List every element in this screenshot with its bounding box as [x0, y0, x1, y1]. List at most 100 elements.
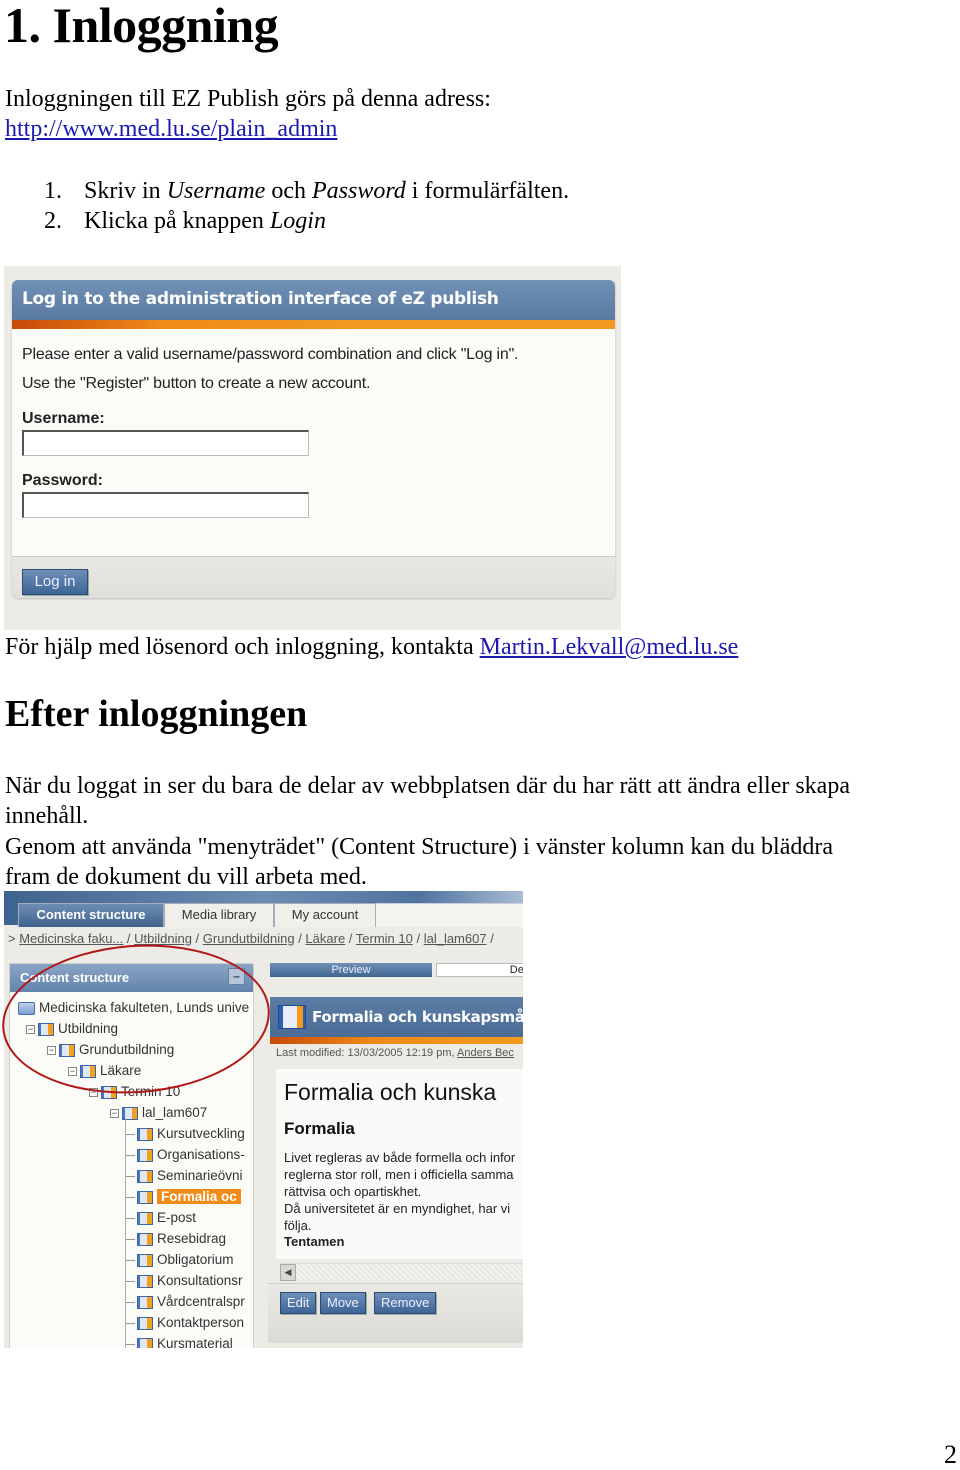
minimize-button[interactable]: –: [228, 968, 245, 985]
collapse-icon[interactable]: −: [89, 1087, 98, 1097]
breadcrumb-item[interactable]: lal_lam607: [424, 931, 487, 946]
document-icon: [137, 1337, 153, 1348]
password-input[interactable]: [22, 492, 309, 518]
move-button[interactable]: Move: [320, 1292, 366, 1314]
content-subheading: Formalia: [284, 1119, 355, 1138]
username-label: Username:: [22, 410, 105, 427]
tree-item[interactable]: Formalia oc: [125, 1187, 241, 1207]
tree-item[interactable]: − Grundutbildning: [47, 1040, 174, 1060]
document-icon: [137, 1211, 153, 1225]
document-icon: [137, 1316, 153, 1330]
tree-item[interactable]: − Läkare: [68, 1061, 141, 1081]
help-text: För hjälp med lösenord och inloggning, k…: [5, 634, 739, 660]
tree-item[interactable]: Seminarieövni: [125, 1166, 243, 1186]
tree-item[interactable]: E-post: [125, 1208, 196, 1228]
tree-connector: [125, 1175, 135, 1177]
login-footer: Log in: [12, 556, 615, 598]
password-label: Password:: [22, 472, 103, 489]
step-1: 1. Skriv in Username och Password i formu…: [44, 178, 570, 204]
content-paragraph: Livet regleras av både formella och info…: [284, 1150, 516, 1233]
tab-media-library[interactable]: Media library: [164, 903, 274, 927]
tree-item-label: Grundutbildning: [79, 1042, 175, 1057]
content-structure-panel: Content structure – Medicinska fakultete…: [9, 963, 254, 1348]
tab-bar-filler: [376, 903, 523, 927]
after-paragraph-2-line-2: fram de dokument du vill arbeta med.: [5, 864, 367, 890]
tree-connector: [125, 1196, 135, 1198]
object-title: Formalia och kunskapsmål [V: [312, 1008, 523, 1026]
login-panel: Log in to the administration interface o…: [12, 280, 615, 598]
object-header: Formalia och kunskapsmål [V: [270, 997, 523, 1037]
tree-connector: [125, 1238, 135, 1240]
folder-icon: [18, 1001, 35, 1015]
main-tabs: Content structure Media library My accou…: [18, 903, 523, 927]
tree-item[interactable]: Vårdcentralspr: [125, 1292, 245, 1312]
username-input[interactable]: [22, 430, 309, 456]
tree-item-label: E-post: [157, 1210, 197, 1225]
step-2: 2. Klicka på knappen Login: [44, 208, 326, 234]
tree-item-label: Kursutveckling: [157, 1126, 245, 1141]
document-icon: [59, 1043, 75, 1057]
collapse-icon[interactable]: −: [68, 1066, 77, 1076]
after-paragraph-2-line-1: Genom att använda "menyträdet" (Content …: [5, 834, 834, 860]
document-icon: [38, 1022, 54, 1036]
tree-item[interactable]: Medicinska fakulteten, Lunds unive: [18, 998, 249, 1018]
author-link[interactable]: Anders Bec: [457, 1047, 514, 1059]
login-url-link[interactable]: http://www.med.lu.se/plain_admin: [5, 116, 337, 142]
orange-divider: [270, 1037, 523, 1044]
edit-button[interactable]: Edit: [280, 1292, 317, 1314]
tree-item[interactable]: Organisations-: [125, 1145, 245, 1165]
tree-item-label: Utbildning: [58, 1021, 119, 1036]
tree-item[interactable]: Obligatorium: [125, 1250, 234, 1270]
tree-item-label: Kursmaterial: [157, 1336, 233, 1348]
tree-item-label: Läkare: [100, 1063, 142, 1078]
breadcrumb-item[interactable]: Läkare: [305, 931, 345, 946]
tab-content-structure[interactable]: Content structure: [18, 903, 164, 927]
collapse-icon[interactable]: −: [26, 1024, 35, 1034]
tab-my-account[interactable]: My account: [274, 903, 376, 927]
login-screenshot: Log in to the administration interface o…: [4, 266, 621, 630]
tree-item[interactable]: Kontaktperson: [125, 1313, 244, 1333]
tree-connector: [125, 1154, 135, 1156]
intro-text: Inloggningen till EZ Publish görs på den…: [5, 86, 491, 112]
tab-details[interactable]: Deta: [436, 963, 523, 977]
remove-button[interactable]: Remove: [374, 1292, 437, 1314]
tree-item[interactable]: − Termin 10: [89, 1082, 180, 1102]
document-icon: [137, 1295, 153, 1309]
document-icon: [137, 1274, 153, 1288]
tree-item-label: Seminarieövni: [157, 1168, 243, 1183]
tree-item-label: Kontaktperson: [157, 1315, 245, 1330]
tree-connector: [125, 1301, 135, 1303]
tree-connector: [125, 1259, 135, 1261]
collapse-icon[interactable]: −: [110, 1108, 119, 1118]
login-title: Log in to the administration interface o…: [12, 280, 615, 320]
breadcrumb-item[interactable]: Utbildning: [134, 931, 192, 946]
scroll-left-icon[interactable]: ◀: [280, 1264, 296, 1281]
tree-item-label: Resebidrag: [157, 1231, 227, 1246]
tree-item-label: Formalia oc: [157, 1189, 241, 1204]
login-button[interactable]: Log in: [22, 569, 88, 595]
document-icon: [137, 1148, 153, 1162]
document-icon: [101, 1085, 117, 1099]
tree-item[interactable]: Konsultationsr: [125, 1271, 243, 1291]
collapse-icon[interactable]: −: [47, 1045, 56, 1055]
tree-item[interactable]: Kursutveckling: [125, 1124, 245, 1144]
content-structure-title: Content structure: [20, 970, 130, 985]
breadcrumb-item[interactable]: Medicinska faku...: [19, 931, 123, 946]
login-message-1: Please enter a valid username/password c…: [22, 346, 519, 363]
tree-item[interactable]: Kursmaterial: [125, 1334, 233, 1348]
main-content-area: Preview Deta Formalia och kunskapsmål [V…: [268, 963, 523, 1348]
breadcrumb-item[interactable]: Grundutbildning: [203, 931, 295, 946]
tree-item[interactable]: − Utbildning: [26, 1019, 118, 1039]
horizontal-scrollbar[interactable]: ◀: [280, 1263, 523, 1281]
tree-item-label: Vårdcentralspr: [157, 1294, 245, 1309]
help-email-link[interactable]: Martin.Lekvall@med.lu.se: [480, 634, 739, 660]
tree-connector: [125, 1322, 135, 1324]
tree-connector: [125, 1343, 135, 1345]
document-icon: [137, 1253, 153, 1267]
admin-screenshot: Content structure Media library My accou…: [4, 891, 523, 1348]
tree-item[interactable]: Resebidrag: [125, 1229, 226, 1249]
tab-preview[interactable]: Preview: [270, 963, 432, 977]
breadcrumb-item[interactable]: Termin 10: [356, 931, 413, 946]
content-structure-header: Content structure –: [10, 964, 253, 992]
tree-item-label: Obligatorium: [157, 1252, 234, 1267]
